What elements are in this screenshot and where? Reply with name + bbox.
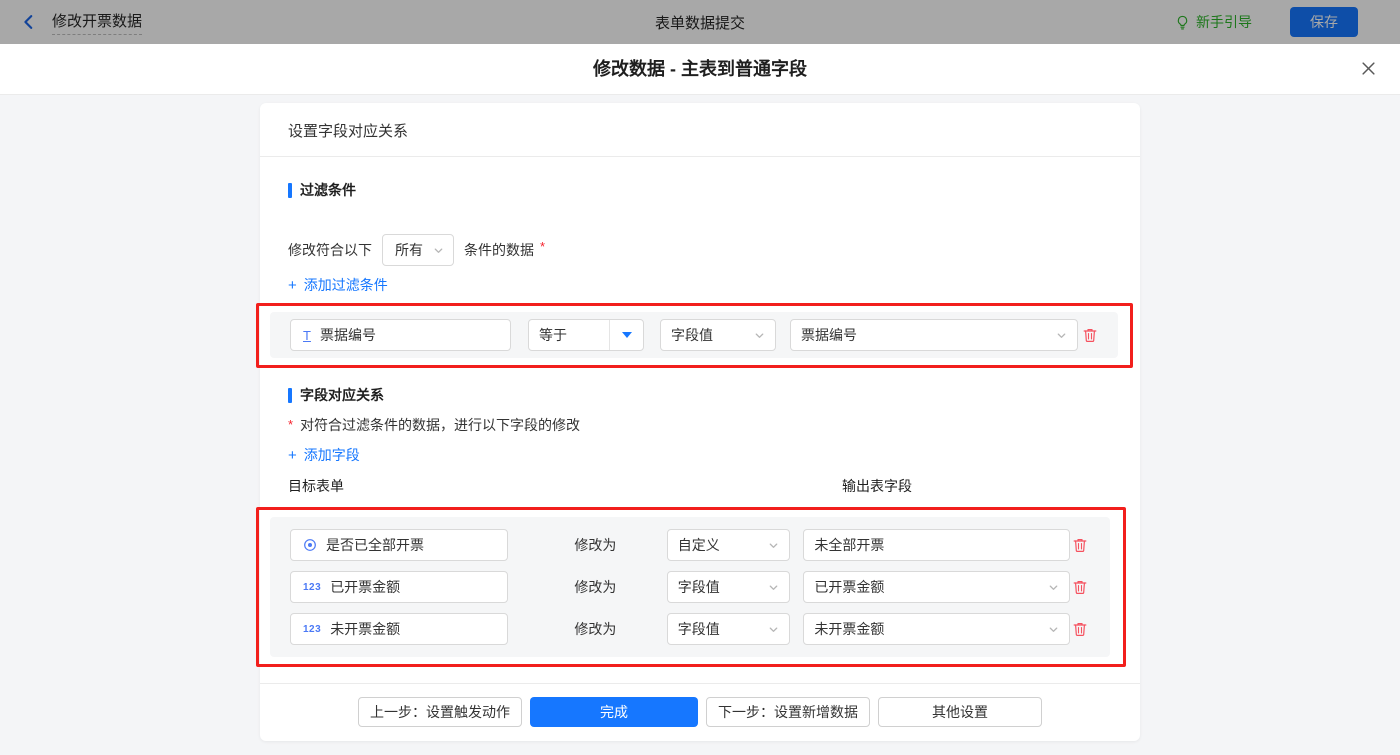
column-headers: 目标表单 输出表字段	[288, 476, 1112, 496]
required-asterisk: *	[540, 238, 546, 254]
chevron-down-icon	[1056, 330, 1067, 341]
delete-filter-button[interactable]	[1080, 325, 1100, 345]
field-label: 已开票金额	[330, 579, 401, 595]
output-field-value: 未开票金额	[814, 621, 885, 637]
chevron-down-icon	[768, 582, 779, 593]
prev-step-button[interactable]: 上一步：设置触发动作	[358, 697, 522, 727]
output-field-select[interactable]: 未开票金额	[803, 613, 1070, 645]
settings-card: 设置字段对应关系 过滤条件 修改符合以下 所有 条件的数据 * + 添加过滤条件…	[256, 103, 1140, 741]
match-row: 修改符合以下 所有 条件的数据 *	[288, 234, 1112, 266]
close-button[interactable]	[1361, 61, 1376, 76]
match-count-select[interactable]: 所有	[382, 234, 454, 266]
output-field-label: 输出表字段	[842, 478, 912, 494]
chevron-down-icon	[768, 540, 779, 551]
number-field-icon: 123	[303, 581, 322, 593]
filter-condition-row: T 票据编号 等于 字段值 票据编号	[270, 312, 1118, 358]
add-field-link[interactable]: + 添加字段	[288, 445, 360, 465]
save-button[interactable]: 保存	[1290, 7, 1358, 37]
output-field-select[interactable]: 已开票金额	[803, 571, 1070, 603]
back-label: 修改开票数据	[52, 10, 143, 35]
mapping-description: * 对符合过滤条件的数据，进行以下字段的修改	[288, 416, 581, 434]
delete-field-button[interactable]	[1070, 577, 1090, 597]
value-field-value: 票据编号	[801, 327, 857, 343]
radio-icon	[303, 538, 317, 552]
add-field-label: 添加字段	[303, 447, 360, 463]
match-suffix-label: 条件的数据	[464, 242, 534, 258]
filter-field-value: 票据编号	[319, 327, 376, 343]
add-filter-label: 添加过滤条件	[303, 277, 388, 293]
back-button[interactable]: 修改开票数据	[20, 10, 143, 35]
target-form-label: 目标表单	[288, 478, 344, 494]
modal-header: 修改数据 - 主表到普通字段	[0, 44, 1400, 95]
target-field-box[interactable]: 123 已开票金额	[290, 571, 509, 603]
verb-label: 修改为	[574, 621, 617, 637]
chevron-down-icon	[433, 245, 444, 256]
output-field-value: 已开票金额	[814, 579, 885, 595]
add-filter-link[interactable]: + 添加过滤条件	[288, 275, 388, 295]
page-title: 表单数据提交	[654, 14, 745, 32]
filter-field-input[interactable]: T 票据编号	[290, 319, 511, 351]
section-marker	[288, 182, 292, 198]
plus-icon: +	[288, 276, 297, 294]
verb-label: 修改为	[574, 537, 617, 553]
chevron-left-icon	[20, 13, 38, 31]
filter-section-title: 过滤条件	[288, 179, 1112, 201]
guide-button[interactable]: 新手引导	[1175, 12, 1252, 32]
trash-icon	[1083, 329, 1097, 342]
type-value: 自定义	[677, 537, 720, 553]
match-select-value: 所有	[395, 242, 423, 258]
match-prefix-label: 修改符合以下	[288, 242, 372, 258]
text-field-icon: T	[303, 327, 311, 343]
trash-icon	[1073, 539, 1087, 552]
value-field-select[interactable]: 票据编号	[790, 319, 1078, 351]
operator-value: 等于	[539, 327, 567, 343]
section-marker	[288, 387, 292, 403]
delete-field-button[interactable]	[1070, 619, 1090, 639]
delete-field-button[interactable]	[1070, 535, 1090, 555]
mapping-row: 是否已全部开票 修改为 自定义	[290, 529, 1090, 561]
value-type-select[interactable]: 字段值	[660, 319, 776, 351]
chevron-down-icon	[1048, 582, 1059, 593]
type-select[interactable]: 字段值	[666, 613, 791, 645]
trash-icon	[1073, 581, 1087, 594]
custom-value-input[interactable]	[803, 529, 1070, 561]
modal-title: 修改数据 - 主表到普通字段	[593, 59, 807, 79]
type-value: 字段值	[677, 579, 720, 595]
target-field-box[interactable]: 是否已全部开票	[290, 529, 509, 561]
number-field-icon: 123	[303, 623, 322, 635]
guide-label: 新手引导	[1196, 14, 1252, 30]
caret-down-filled-icon	[621, 332, 632, 338]
plus-icon: +	[288, 446, 297, 464]
field-label: 未开票金额	[330, 621, 401, 637]
other-settings-button[interactable]: 其他设置	[878, 697, 1042, 727]
footer: 上一步：设置触发动作 完成 下一步：设置新增数据 其他设置	[260, 683, 1140, 727]
verb-label: 修改为	[574, 579, 617, 595]
topbar: 修改开票数据 表单数据提交 新手引导 保存	[0, 0, 1400, 44]
target-field-box[interactable]: 123 未开票金额	[290, 613, 509, 645]
mapping-rows-panel: 是否已全部开票 修改为 自定义 未全部开票 123 已开票金额 修改为 字段值 …	[270, 517, 1110, 657]
type-select[interactable]: 字段值	[666, 571, 791, 603]
close-icon	[1362, 62, 1375, 75]
trash-icon	[1073, 623, 1087, 636]
type-select[interactable]: 自定义	[666, 529, 791, 561]
mapping-row: 123 未开票金额 修改为 字段值 未开票金额	[290, 613, 1090, 645]
chevron-down-icon	[1048, 624, 1059, 635]
field-label: 是否已全部开票	[326, 537, 424, 553]
chevron-down-icon	[754, 330, 765, 341]
card-header-title: 设置字段对应关系	[260, 103, 1140, 157]
operator-select[interactable]: 等于	[528, 319, 644, 351]
type-value: 字段值	[677, 621, 720, 637]
mapping-row: 123 已开票金额 修改为 字段值 已开票金额	[290, 571, 1090, 603]
value-type-value: 字段值	[671, 327, 713, 343]
required-asterisk: *	[288, 416, 294, 432]
chevron-down-icon	[768, 624, 779, 635]
mapping-section-title: 字段对应关系	[288, 384, 1112, 406]
lightbulb-icon	[1175, 15, 1190, 30]
next-step-button[interactable]: 下一步：设置新增数据	[706, 697, 870, 727]
modal: 修改数据 - 主表到普通字段 设置字段对应关系 过滤条件 修改符合以下 所有 条…	[0, 44, 1400, 755]
operator-caret-button[interactable]	[609, 320, 643, 350]
done-button[interactable]: 完成	[530, 697, 698, 727]
